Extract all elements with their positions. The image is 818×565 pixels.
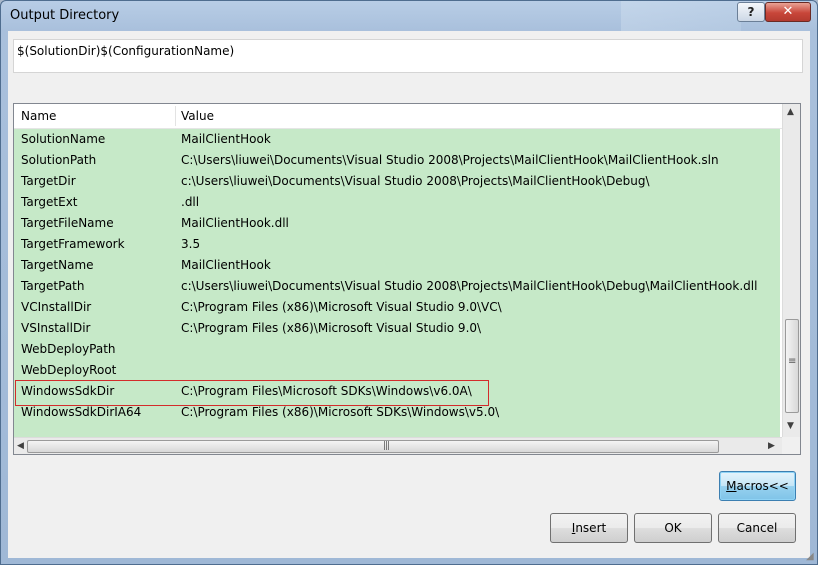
scroll-right-arrow-icon[interactable]: ▶ bbox=[768, 441, 775, 451]
hscroll-grip-icon: ||| bbox=[383, 441, 390, 451]
insert-label: nsert bbox=[575, 521, 607, 535]
macros-button[interactable]: Macros<< bbox=[719, 471, 796, 501]
row-name: WindowsSdkDirIA64 bbox=[21, 405, 142, 419]
table-row[interactable]: VCInstallDir C:\Program Files (x86)\Micro… bbox=[14, 297, 780, 318]
table-row[interactable]: SolutionName MailClientHook bbox=[14, 129, 780, 150]
row-name: TargetFileName bbox=[21, 216, 114, 230]
table-row[interactable]: WebDeployPath bbox=[14, 339, 780, 360]
help-button[interactable]: ? bbox=[737, 2, 765, 22]
scroll-up-arrow-icon[interactable]: ▲ bbox=[787, 107, 794, 117]
macros-mnemonic: M bbox=[726, 479, 737, 493]
column-header-value[interactable]: Value bbox=[181, 109, 214, 123]
row-name: WebDeployPath bbox=[21, 342, 116, 356]
row-value: c:\Users\liuwei\Documents\Visual Studio … bbox=[181, 174, 650, 188]
column-header-name[interactable]: Name bbox=[21, 109, 56, 123]
row-name: SolutionPath bbox=[21, 153, 97, 167]
title-bar[interactable]: Output Directory ? ✕ bbox=[1, 1, 817, 31]
column-divider[interactable] bbox=[175, 106, 176, 126]
output-directory-input[interactable]: $(SolutionDir)$(ConfigurationName) bbox=[13, 39, 803, 73]
row-value: C:\Users\liuwei\Documents\Visual Studio … bbox=[181, 153, 719, 167]
row-name: TargetName bbox=[21, 258, 94, 272]
macros-label: acros<< bbox=[736, 479, 789, 493]
scrollbar-corner bbox=[782, 437, 800, 454]
ok-button[interactable]: OK bbox=[634, 513, 712, 543]
row-name: TargetDir bbox=[21, 174, 76, 188]
highlight-box bbox=[15, 380, 489, 406]
row-name: TargetPath bbox=[21, 279, 85, 293]
row-name: SolutionName bbox=[21, 132, 106, 146]
horizontal-scroll-thumb[interactable]: ||| bbox=[27, 440, 719, 453]
row-name: VSInstallDir bbox=[21, 321, 91, 335]
table-row[interactable]: VSInstallDir C:\Program Files (x86)\Micro… bbox=[14, 318, 780, 339]
dialog-client-area: $(SolutionDir)$(ConfigurationName) Name … bbox=[8, 31, 814, 562]
table-row[interactable]: TargetPath c:\Users\liuwei\Documents\Visu… bbox=[14, 276, 780, 297]
list-header: Name Value bbox=[14, 104, 782, 129]
scroll-left-arrow-icon[interactable]: ◀ bbox=[17, 441, 24, 451]
row-value: 3.5 bbox=[181, 237, 201, 251]
scroll-down-arrow-icon[interactable]: ▼ bbox=[787, 421, 794, 431]
close-button[interactable]: ✕ bbox=[765, 2, 811, 22]
background-window-hint bbox=[621, 1, 741, 31]
scroll-grip-icon: ≡ bbox=[788, 356, 797, 367]
row-value: MailClientHook bbox=[181, 132, 271, 146]
output-directory-value: $(SolutionDir)$(ConfigurationName) bbox=[17, 44, 235, 58]
cancel-button[interactable]: Cancel bbox=[718, 513, 796, 543]
vertical-scrollbar[interactable]: ▲ ≡ ▼ bbox=[782, 104, 800, 437]
window-title: Output Directory bbox=[10, 8, 120, 23]
row-value: c:\Users\liuwei\Documents\Visual Studio … bbox=[181, 279, 758, 293]
resize-grip-icon[interactable]: ◢ bbox=[806, 551, 814, 562]
row-name: VCInstallDir bbox=[21, 300, 92, 314]
table-row[interactable]: TargetDir c:\Users\liuwei\Documents\Visua… bbox=[14, 171, 780, 192]
vertical-scroll-thumb[interactable]: ≡ bbox=[785, 319, 799, 413]
row-name: TargetExt bbox=[21, 195, 78, 209]
horizontal-scrollbar[interactable]: ◀ ||| ▶ bbox=[14, 437, 782, 454]
row-name: TargetFramework bbox=[21, 237, 125, 251]
row-name: WebDeployRoot bbox=[21, 363, 117, 377]
row-value: C:\Program Files (x86)\Microsoft Visual … bbox=[181, 321, 482, 335]
row-value: .dll bbox=[181, 195, 200, 209]
row-value: C:\Program Files (x86)\Microsoft SDKs\Wi… bbox=[181, 405, 500, 419]
table-row[interactable]: TargetFileName MailClientHook.dll bbox=[14, 213, 780, 234]
row-value: MailClientHook bbox=[181, 258, 271, 272]
macros-list[interactable]: Name Value SolutionName MailClientHook Sol… bbox=[13, 103, 801, 455]
insert-button[interactable]: Insert bbox=[550, 513, 628, 543]
table-row[interactable]: TargetName MailClientHook bbox=[14, 255, 780, 276]
table-row[interactable]: TargetFramework 3.5 bbox=[14, 234, 780, 255]
table-row[interactable]: SolutionPath C:\Users\liuwei\Documents\Vi… bbox=[14, 150, 780, 171]
table-row[interactable]: WebDeployRoot bbox=[14, 360, 780, 381]
table-row[interactable]: TargetExt .dll bbox=[14, 192, 780, 213]
row-value: C:\Program Files (x86)\Microsoft Visual … bbox=[181, 300, 502, 314]
dialog-window: Output Directory ? ✕ $(SolutionDir)$(Con… bbox=[0, 0, 818, 565]
row-value: MailClientHook.dll bbox=[181, 216, 289, 230]
